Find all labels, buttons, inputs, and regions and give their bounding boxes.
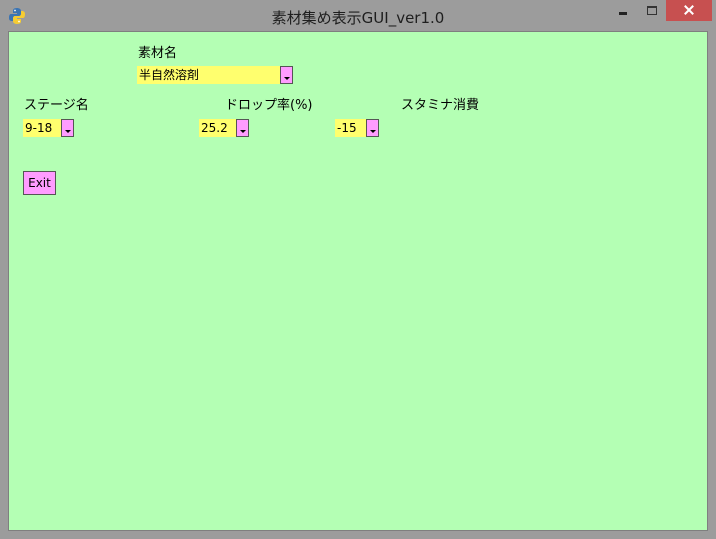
chevron-down-icon[interactable] <box>236 119 249 137</box>
close-icon[interactable] <box>666 0 712 21</box>
chevron-down-icon[interactable] <box>61 119 74 137</box>
material-value[interactable]: 半自然溶剤 <box>137 66 280 84</box>
stamina-label: スタミナ消費 <box>401 98 480 113</box>
material-combobox[interactable]: 半自然溶剤 <box>137 66 294 84</box>
stamina-value[interactable]: -15 <box>335 119 366 137</box>
chevron-down-icon[interactable] <box>280 66 293 84</box>
drop-rate-label: ドロップ率(%) <box>225 98 313 113</box>
stage-combobox[interactable]: 9-18 <box>23 119 75 137</box>
app-window: 素材集め表示GUI_ver1.0 素材名 半自然溶剤 ステージ名 9-18 ドロ… <box>0 0 716 539</box>
title-bar[interactable]: 素材集め表示GUI_ver1.0 <box>0 0 716 32</box>
drop-rate-value[interactable]: 25.2 <box>199 119 236 137</box>
minimize-icon[interactable] <box>609 0 638 21</box>
maximize-icon[interactable] <box>638 0 665 21</box>
material-label: 素材名 <box>138 46 178 61</box>
stage-value[interactable]: 9-18 <box>23 119 61 137</box>
main-panel: 素材名 半自然溶剤 ステージ名 9-18 ドロップ率(%) 25.2 スタミナ消… <box>8 31 708 531</box>
stamina-combobox[interactable]: -15 <box>335 119 380 137</box>
exit-button[interactable]: Exit <box>23 171 56 195</box>
drop-rate-combobox[interactable]: 25.2 <box>199 119 250 137</box>
stage-label: ステージ名 <box>24 98 89 113</box>
chevron-down-icon[interactable] <box>366 119 379 137</box>
